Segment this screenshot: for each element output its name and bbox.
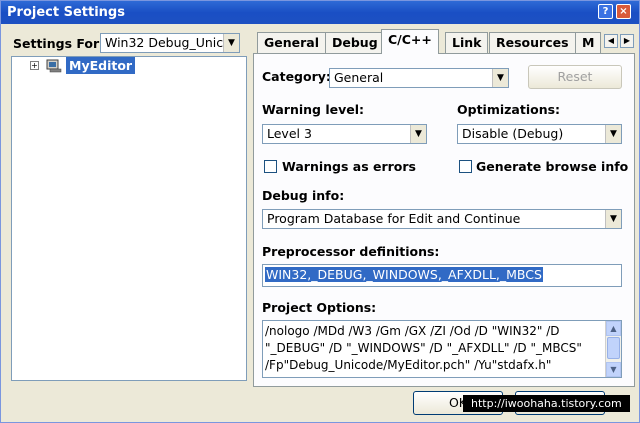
tree-expand-icon[interactable]: + [30,61,39,70]
preprocessor-label: Preprocessor definitions: [262,244,440,259]
scroll-down-icon[interactable]: ▼ [606,362,621,377]
warning-level-dropdown[interactable]: Level 3 ▼ [262,124,427,144]
warning-level-label: Warning level: [262,102,364,117]
generate-browse-info-label[interactable]: Generate browse info [476,159,628,174]
settings-tab-panel: General Debug C/C++ Link Resources M ◀ ▶… [249,29,639,387]
warnings-as-errors-checkbox[interactable] [264,160,277,173]
category-dropdown[interactable]: General ▼ [329,68,509,88]
warnings-as-errors-label[interactable]: Warnings as errors [282,159,416,174]
category-label: Category: [262,69,331,84]
tab-general[interactable]: General [257,32,326,53]
project-options-label: Project Options: [262,300,377,315]
tab-scroll-left-icon[interactable]: ◀ [604,34,618,48]
watermark-url: http://iwoohaha.tistory.com [463,395,630,412]
debug-info-label: Debug info: [262,188,345,203]
project-icon [46,59,62,73]
settings-for-panel: Settings For: Win32 Debug_Unic ▼ + MyEdi… [5,29,247,381]
tab-more[interactable]: M [575,32,602,53]
title-bar[interactable]: Project Settings ? × [1,1,639,24]
tab-link[interactable]: Link [445,32,489,53]
tab-resources[interactable]: Resources [489,32,576,53]
settings-for-label: Settings For: [13,36,105,51]
optimizations-label: Optimizations: [457,102,561,117]
preprocessor-input[interactable]: WIN32,_DEBUG,_WINDOWS,_AFXDLL,_MBCS [262,264,622,287]
settings-for-value: Win32 Debug_Unic [105,35,224,50]
debug-info-dropdown[interactable]: Program Database for Edit and Continue ▼ [262,209,622,229]
project-options-line: /nologo /MDd /W3 /Gm /GX /ZI /Od /D "WIN… [265,324,560,338]
category-value: General [334,70,384,85]
scroll-thumb[interactable] [607,337,620,359]
generate-browse-info-checkbox[interactable] [459,160,472,173]
tab-scroll-right-icon[interactable]: ▶ [620,34,634,48]
c-cpp-page: Category: General ▼ Reset Warning level:… [253,53,635,387]
chevron-down-icon[interactable]: ▼ [492,69,508,87]
chevron-down-icon[interactable]: ▼ [223,34,239,52]
preprocessor-value: WIN32,_DEBUG,_WINDOWS,_AFXDLL,_MBCS [265,267,543,282]
chevron-down-icon[interactable]: ▼ [605,125,621,143]
project-options-line: "_DEBUG" /D "_WINDOWS" /D "_AFXDLL" /D "… [265,341,582,355]
tab-c-cpp[interactable]: C/C++ [381,29,439,54]
warning-level-value: Level 3 [267,126,312,141]
chevron-down-icon[interactable]: ▼ [605,210,621,228]
chevron-down-icon[interactable]: ▼ [410,125,426,143]
optimizations-value: Disable (Debug) [462,126,564,141]
tab-debug[interactable]: Debug [325,32,385,53]
project-options-text: /nologo /MDd /W3 /Gm /GX /ZI /Od /D "WIN… [265,323,605,374]
settings-for-dropdown[interactable]: Win32 Debug_Unic ▼ [100,33,240,53]
scroll-up-icon[interactable]: ▲ [606,321,621,336]
optimizations-dropdown[interactable]: Disable (Debug) ▼ [457,124,622,144]
project-options-scrollbar[interactable]: ▲ ▼ [605,321,621,377]
project-tree[interactable]: + MyEditor [11,56,247,381]
tab-strip: General Debug C/C++ Link Resources M ◀ ▶ [253,29,639,54]
project-settings-dialog: Project Settings ? × Settings For: Win32… [0,0,640,423]
project-options-textarea[interactable]: /nologo /MDd /W3 /Gm /GX /ZI /Od /D "WIN… [262,320,622,378]
tree-item-myeditor[interactable]: MyEditor [66,57,136,74]
project-options-line: /Fp"Debug_Unicode/MyEditor.pch" /Yu"stda… [265,358,552,372]
window-title: Project Settings [7,5,125,20]
debug-info-value: Program Database for Edit and Continue [267,211,521,226]
help-icon[interactable]: ? [598,4,613,19]
reset-button[interactable]: Reset [528,65,622,89]
close-icon[interactable]: × [616,4,631,19]
